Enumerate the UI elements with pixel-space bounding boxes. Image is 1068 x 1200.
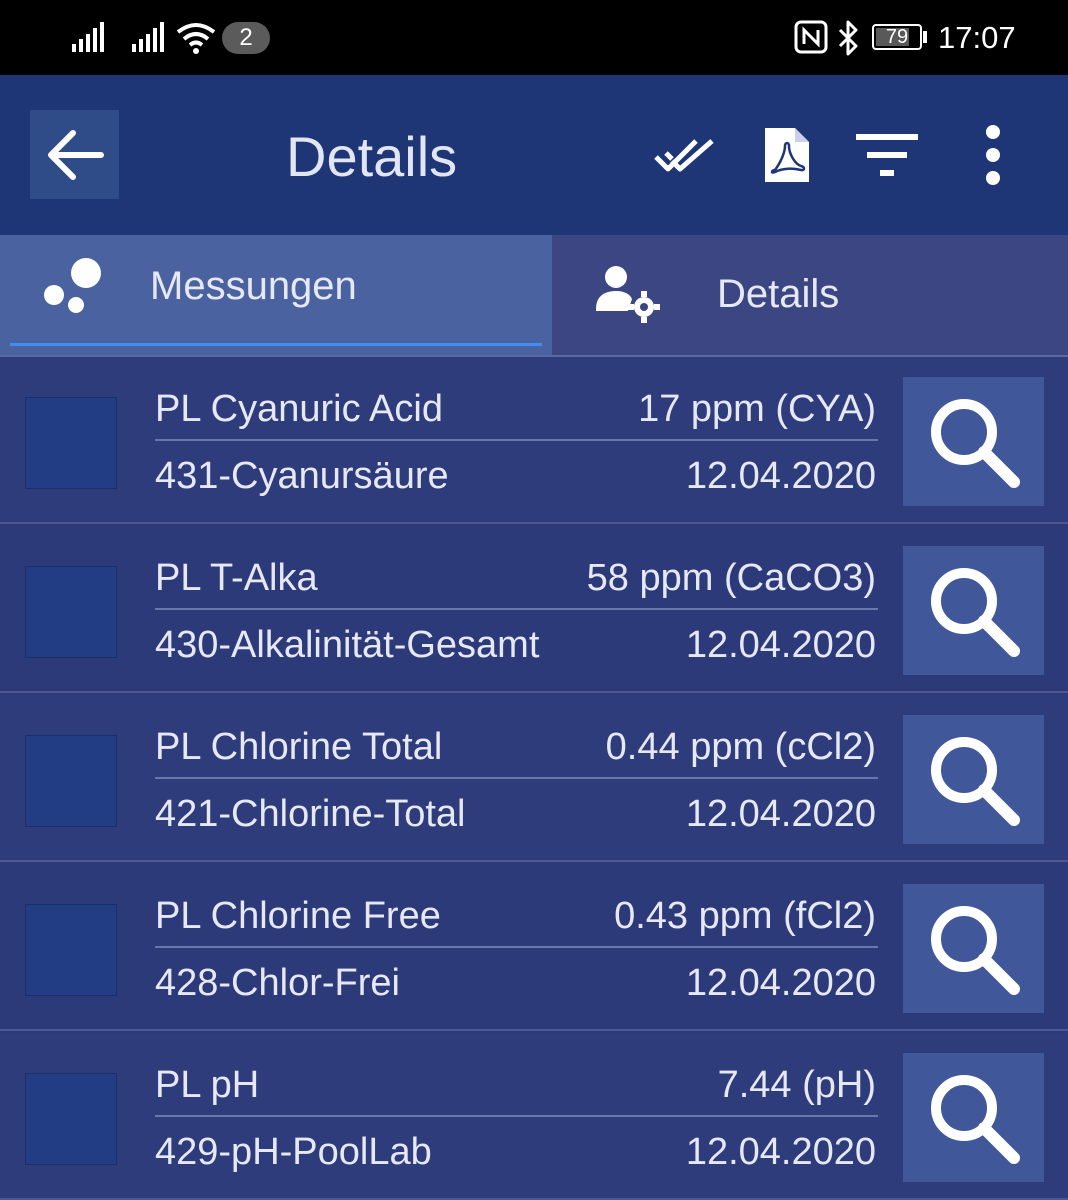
measurement-name: PL pH — [155, 1064, 260, 1106]
measurement-date: 12.04.2020 — [685, 793, 876, 835]
view-details-button[interactable] — [903, 884, 1044, 1013]
clock: 17:07 — [938, 20, 1016, 55]
tab-indicator — [10, 343, 542, 346]
more-vertical-icon — [986, 125, 1000, 185]
back-arrow-icon — [47, 129, 104, 180]
row-checkbox[interactable] — [25, 1073, 117, 1165]
tab-details[interactable]: Details — [552, 235, 1068, 355]
magnifier-icon — [930, 736, 1020, 826]
row-divider — [155, 439, 878, 441]
list-item[interactable]: PL Chlorine Total 0.44 ppm (cCl2) 421-Ch… — [0, 695, 1068, 862]
row-divider — [155, 608, 878, 610]
magnifier-icon — [930, 398, 1020, 488]
tab-label-messungen: Messungen — [150, 264, 357, 308]
tab-messungen[interactable]: Messungen — [0, 235, 552, 355]
measurement-method: 421-Chlorine-Total — [155, 793, 466, 835]
view-details-button[interactable] — [903, 1053, 1044, 1182]
signal-icon — [132, 22, 164, 52]
measurement-value: 58 ppm (CaCO3) — [586, 557, 876, 599]
app-bar: Details — [0, 75, 1068, 235]
row-divider — [155, 946, 878, 948]
pdf-icon — [765, 128, 809, 182]
view-details-button[interactable] — [903, 546, 1044, 675]
measurement-method: 428-Chlor-Frei — [155, 962, 400, 1004]
measurement-value: 17 ppm (CYA) — [638, 388, 876, 430]
battery-tip — [923, 31, 927, 43]
notification-count-badge: 2 — [222, 22, 270, 54]
measurement-method: 431-Cyanursäure — [155, 455, 449, 497]
battery-level: 79 — [885, 26, 909, 48]
measurement-name: PL Chlorine Free — [155, 895, 441, 937]
row-checkbox[interactable] — [25, 904, 117, 996]
measurement-date: 12.04.2020 — [685, 962, 876, 1004]
bluetooth-icon — [838, 20, 858, 56]
measurement-date: 12.04.2020 — [685, 624, 876, 666]
list-item[interactable]: PL Chlorine Free 0.43 ppm (fCl2) 428-Chl… — [0, 864, 1068, 1031]
back-button[interactable] — [30, 110, 119, 199]
status-bar: 2 79 17:07 — [0, 0, 1068, 75]
magnifier-icon — [930, 567, 1020, 657]
row-divider — [155, 1115, 878, 1117]
measurement-value: 0.44 ppm (cCl2) — [605, 726, 876, 768]
filter-button[interactable] — [852, 120, 922, 190]
double-check-icon — [654, 139, 714, 172]
row-divider — [155, 777, 878, 779]
bubbles-icon — [44, 258, 101, 313]
nfc-icon — [794, 20, 828, 54]
measurement-name: PL Chlorine Total — [155, 726, 443, 768]
page-title: Details — [286, 125, 458, 188]
battery-icon: 79 — [872, 24, 922, 50]
measurement-date: 12.04.2020 — [685, 1131, 876, 1173]
measurement-list: PL Cyanuric Acid 17 ppm (CYA) 431-Cyanur… — [0, 357, 1068, 1200]
measurement-method: 429-pH-PoolLab — [155, 1131, 432, 1173]
row-checkbox[interactable] — [25, 735, 117, 827]
pdf-export-button[interactable] — [752, 120, 822, 190]
more-options-button[interactable] — [958, 120, 1028, 190]
magnifier-icon — [930, 1074, 1020, 1164]
measurement-date: 12.04.2020 — [685, 455, 876, 497]
measurement-name: PL T-Alka — [155, 557, 318, 599]
view-details-button[interactable] — [903, 715, 1044, 844]
magnifier-icon — [930, 905, 1020, 995]
measurement-value: 0.43 ppm (fCl2) — [614, 895, 876, 937]
filter-icon — [856, 134, 918, 176]
list-item[interactable]: PL T-Alka 58 ppm (CaCO3) 430-Alkalinität… — [0, 526, 1068, 693]
row-checkbox[interactable] — [25, 397, 117, 489]
wifi-icon — [176, 23, 216, 54]
measurement-value: 7.44 (pH) — [717, 1064, 876, 1106]
user-settings-icon — [596, 266, 660, 323]
view-details-button[interactable] — [903, 377, 1044, 506]
measurement-name: PL Cyanuric Acid — [155, 388, 443, 430]
mark-all-button[interactable] — [650, 120, 720, 190]
list-item[interactable]: PL Cyanuric Acid 17 ppm (CYA) 431-Cyanur… — [0, 357, 1068, 524]
signal-icon — [72, 22, 104, 52]
measurement-method: 430-Alkalinität-Gesamt — [155, 624, 540, 666]
list-item[interactable]: PL pH 7.44 (pH) 429-pH-PoolLab 12.04.202… — [0, 1033, 1068, 1200]
tab-bar: Messungen Details — [0, 235, 1068, 357]
tab-label-details: Details — [717, 272, 840, 316]
row-checkbox[interactable] — [25, 566, 117, 658]
